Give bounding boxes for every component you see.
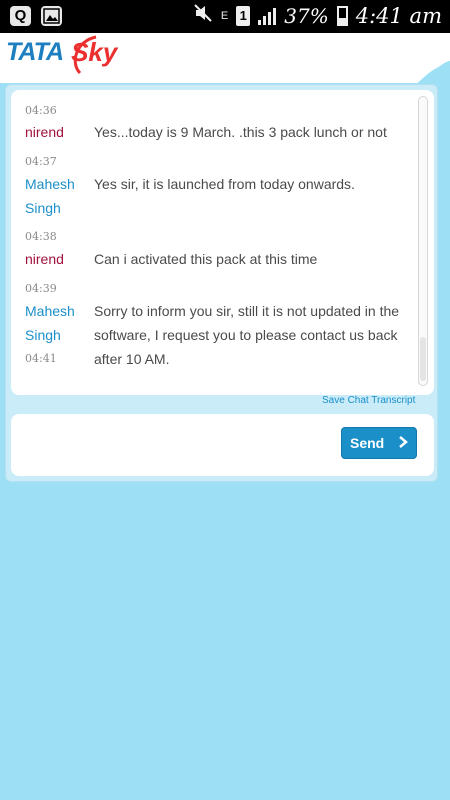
image-icon bbox=[41, 6, 62, 26]
timestamp: 04:38 bbox=[25, 230, 57, 243]
app-header: TATA Sky bbox=[0, 33, 450, 97]
send-label: Send bbox=[350, 435, 385, 451]
message-compose-area[interactable]: Send bbox=[11, 414, 434, 476]
message-text: Yes sir, it is launched from today onwar… bbox=[94, 176, 355, 192]
chat-panel: 04:36 nirend Yes...today is 9 March. .th… bbox=[5, 84, 438, 482]
mute-icon bbox=[193, 3, 213, 28]
scrollbar-thumb[interactable] bbox=[420, 337, 426, 381]
logo-tata-text: TATA bbox=[6, 38, 64, 66]
clock: 4:41 am bbox=[355, 3, 442, 28]
tata-sky-logo: TATA Sky bbox=[6, 35, 117, 75]
sim-indicator: 1 bbox=[236, 5, 251, 26]
network-type-icon: E bbox=[220, 9, 229, 22]
q-notification-icon: Q bbox=[10, 6, 31, 26]
battery-icon bbox=[336, 5, 348, 26]
timestamp: 04:37 bbox=[25, 155, 57, 168]
message-text: Sorry to inform you sir, still it is not… bbox=[94, 303, 400, 367]
message-text: Can i activated this pack at this time bbox=[94, 251, 318, 267]
message-text: Yes...today is 9 March. .this 3 pack lun… bbox=[94, 124, 387, 140]
timestamp: 04:39 bbox=[25, 282, 57, 295]
message-sender: nirend bbox=[25, 251, 64, 267]
save-chat-transcript-link[interactable]: Save Chat Transcript bbox=[322, 395, 415, 406]
signal-icon bbox=[258, 7, 277, 25]
message-sender: nirend bbox=[25, 124, 64, 140]
status-bar: Q E 1 37% 4:41 am bbox=[0, 0, 450, 33]
chat-transcript[interactable]: 04:36 nirend Yes...today is 9 March. .th… bbox=[11, 90, 434, 395]
chat-scrollbar[interactable] bbox=[418, 96, 428, 386]
logo-swoosh-icon bbox=[73, 35, 97, 75]
send-button[interactable]: Send bbox=[341, 427, 417, 459]
chevron-right-icon bbox=[398, 433, 408, 454]
message-sender: Mahesh Singh bbox=[25, 303, 75, 343]
message-sender: Mahesh Singh bbox=[25, 176, 75, 216]
timestamp: 04:36 bbox=[25, 104, 57, 117]
timestamp: 04:41 bbox=[25, 352, 57, 365]
battery-percent: 37% bbox=[284, 3, 329, 28]
